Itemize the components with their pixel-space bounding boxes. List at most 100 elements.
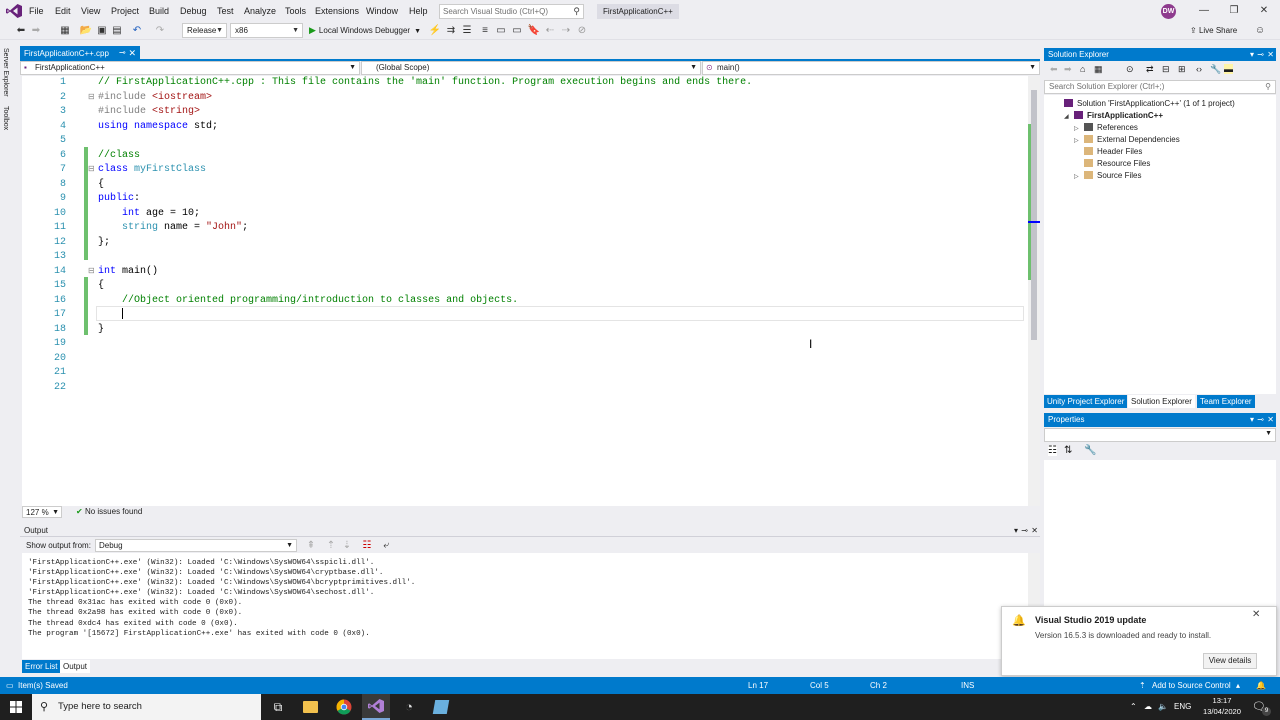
fold-toggle-icon[interactable]: ⊟ [88, 164, 95, 173]
avatar[interactable]: DW [1161, 4, 1176, 19]
categorized-icon[interactable]: ☷ [1048, 445, 1057, 456]
prev-message-icon[interactable]: ⇡ [324, 539, 338, 553]
dropdown-icon[interactable]: ▾ [1250, 413, 1254, 427]
scrollbar-thumb[interactable] [1031, 90, 1037, 340]
tab-solution-explorer[interactable]: Solution Explorer [1128, 395, 1195, 408]
uncomment-icon[interactable]: ▭ [510, 24, 524, 38]
tree-item[interactable]: Solution 'FirstApplicationC++' (1 of 1 p… [1054, 98, 1235, 110]
network-icon[interactable]: ☁ [1144, 694, 1152, 720]
tab-error-list[interactable]: Error List [22, 660, 61, 673]
pin-icon[interactable]: ⊸ [1257, 48, 1264, 61]
save-icon[interactable]: ▣ [95, 24, 109, 38]
step-over-icon[interactable]: ⇉ [444, 24, 458, 38]
minimize-button[interactable]: — [1190, 3, 1218, 19]
menu-extensions[interactable]: Extensions [315, 0, 359, 22]
bookmark-icon[interactable]: 🔖 [527, 24, 541, 38]
clock-app-icon[interactable]: ◔ [401, 699, 417, 715]
pin-icon[interactable]: ⊸ [119, 48, 126, 57]
task-view-icon[interactable]: ⧉ [270, 699, 286, 715]
menu-file[interactable]: File [29, 0, 44, 22]
close-icon[interactable]: ✕ [1267, 48, 1274, 61]
upload-icon[interactable]: ⇡ [1139, 677, 1146, 694]
view-details-button[interactable]: View details [1203, 653, 1257, 669]
tree-item[interactable]: Resource Files [1074, 158, 1150, 170]
project-scope-select[interactable]: ▪ FirstApplicationC++ ▼ [20, 61, 360, 75]
member-select[interactable]: ⊙ main() ▼ [702, 61, 1040, 75]
visual-studio-taskbar-button[interactable] [362, 694, 390, 720]
save-all-icon[interactable]: ▤ [110, 24, 124, 38]
forward-icon[interactable]: ➡ [1064, 64, 1072, 75]
platform-select[interactable]: x86 ▼ [230, 23, 303, 38]
wrench-icon[interactable]: 🔧 [1084, 445, 1096, 456]
new-project-icon[interactable]: ▦ [58, 24, 72, 38]
pin-icon[interactable]: ⊸ [1021, 524, 1028, 537]
redo-icon[interactable]: ↷ [153, 24, 167, 38]
keyboard-language[interactable]: ENG [1174, 694, 1191, 720]
tree-item[interactable]: ▷ Source Files [1074, 170, 1141, 182]
collapse-all-icon[interactable]: ⊟ [1162, 64, 1170, 75]
tab-output[interactable]: Output [60, 660, 91, 673]
tree-item[interactable]: ▷ References [1074, 122, 1138, 134]
zoom-select[interactable]: 127 % ▼ [22, 506, 62, 518]
close-icon[interactable]: ✕ [1267, 413, 1274, 427]
close-icon[interactable]: ✕ [1031, 524, 1038, 537]
menu-help[interactable]: Help [409, 0, 428, 22]
menu-tools[interactable]: Tools [285, 0, 306, 22]
tab-unity-project-explorer[interactable]: Unity Project Explorer [1044, 395, 1128, 408]
chrome-icon[interactable] [336, 699, 352, 715]
menu-view[interactable]: View [81, 0, 100, 22]
clear-bookmarks-icon[interactable]: ⊘ [575, 24, 589, 38]
properties-object-select[interactable]: ▼ [1044, 428, 1276, 442]
notepad-icon[interactable] [432, 700, 450, 714]
speaker-icon[interactable]: 🔈 [1158, 694, 1168, 720]
tree-item[interactable]: ◢ FirstApplicationC++ [1064, 110, 1163, 122]
back-icon[interactable]: ⬅ [14, 24, 28, 38]
live-share-button[interactable]: ⇪ Live Share [1190, 23, 1237, 38]
issues-indicator[interactable]: ✔ No issues found [76, 506, 142, 518]
server-explorer-tab[interactable]: Server Explorer [2, 48, 9, 97]
pin-icon[interactable]: ⊸ [1257, 413, 1264, 427]
maximize-button[interactable]: ❐ [1220, 3, 1248, 19]
menu-analyze[interactable]: Analyze [244, 0, 276, 22]
word-wrap-icon[interactable]: ⤶ [379, 539, 393, 553]
fold-toggle-icon[interactable]: ⊟ [88, 92, 95, 101]
output-text[interactable]: 'FirstApplicationC++.exe' (Win32): Loade… [22, 553, 1028, 659]
alphabetical-icon[interactable]: ⇅ [1064, 445, 1072, 456]
close-icon[interactable]: ✕ [1252, 609, 1260, 620]
outdent-icon[interactable]: ≡ [478, 24, 492, 38]
menu-window[interactable]: Window [366, 0, 398, 22]
output-source-select[interactable]: Debug ▼ [95, 539, 297, 552]
expand-arrow-icon[interactable]: ◢ [1064, 111, 1074, 123]
code-view-icon[interactable]: ‹› [1196, 64, 1202, 74]
file-explorer-icon[interactable] [303, 701, 318, 713]
tree-item[interactable]: ▷ External Dependencies [1074, 134, 1180, 146]
expand-arrow-icon[interactable]: ▷ [1074, 171, 1084, 183]
start-debugging-button[interactable]: ▶ Local Windows Debugger ▼ [309, 23, 421, 38]
configuration-select[interactable]: Release ▼ [182, 23, 227, 38]
global-scope-select[interactable]: (Global Scope) ▼ [361, 61, 701, 75]
taskbar-search-box[interactable]: ⚲ Type here to search [32, 694, 261, 720]
solution-explorer-search[interactable]: Search Solution Explorer (Ctrl+;) ⚲ [1044, 80, 1276, 94]
feedback-icon[interactable]: ☺ [1253, 24, 1267, 38]
undo-icon[interactable]: ↶ [130, 24, 144, 38]
next-message-icon[interactable]: ⇣ [340, 539, 354, 553]
tree-item[interactable]: Header Files [1074, 146, 1142, 158]
next-bookmark-icon[interactable]: ⇢ [559, 24, 573, 38]
notifications-icon[interactable]: 🔔 [1256, 677, 1266, 694]
pending-changes-icon[interactable]: ⊙ [1126, 64, 1134, 75]
browser-link-icon[interactable]: ⚡ [428, 24, 442, 38]
dropdown-icon[interactable]: ▾ [1250, 48, 1254, 61]
tab-team-explorer[interactable]: Team Explorer [1197, 395, 1255, 408]
toolbox-tab[interactable]: Toolbox [2, 106, 9, 130]
fold-toggle-icon[interactable]: ⊟ [88, 266, 95, 275]
menu-test[interactable]: Test [217, 0, 234, 22]
open-file-icon[interactable]: 📂 [79, 24, 93, 38]
show-all-files-icon[interactable]: ⊞ [1178, 64, 1186, 75]
clock[interactable]: 13:17 13/04/2020 [1200, 695, 1244, 717]
switch-views-icon[interactable]: ▦ [1094, 64, 1103, 75]
menu-edit[interactable]: Edit [55, 0, 71, 22]
properties-wrench-icon[interactable]: 🔧 [1210, 64, 1221, 75]
comment-icon[interactable]: ▭ [494, 24, 508, 38]
back-icon[interactable]: ⬅ [1050, 64, 1058, 75]
sync-icon[interactable]: ⇄ [1146, 64, 1154, 75]
